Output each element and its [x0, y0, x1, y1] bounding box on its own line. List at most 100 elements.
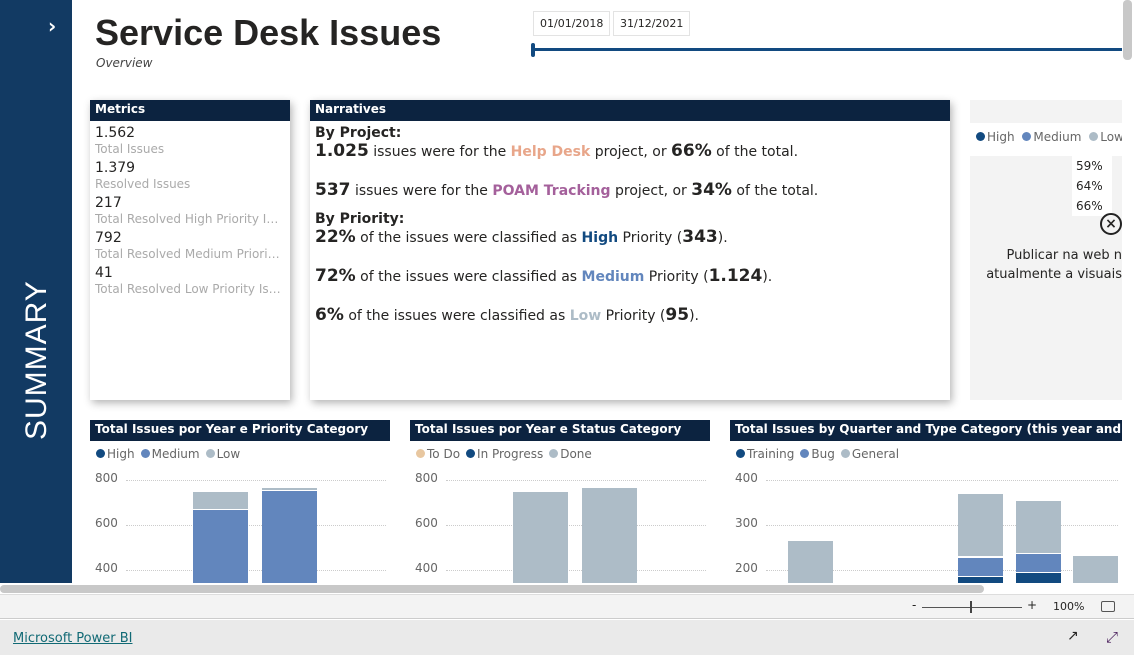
narrative-text: By Project: 1.025 issues were for the He… — [310, 125, 950, 325]
right-legend: High Medium Low — [970, 123, 1122, 156]
horizontal-scrollbar[interactable] — [0, 585, 984, 593]
bar-general[interactable] — [958, 492, 1003, 557]
end-date-input[interactable]: 31/12/2021 — [613, 11, 691, 36]
vertical-scroll-track — [1122, 0, 1134, 585]
error-close-icon: × — [1100, 213, 1122, 235]
page-subtitle: Overview — [96, 56, 153, 70]
by-project-heading: By Project: — [315, 125, 402, 141]
report-canvas: › SUMMARY Service Desk Issues Overview 0… — [0, 0, 1122, 583]
legend-item[interactable]: Done — [549, 447, 592, 461]
metric-item: 792Total Resolved Medium Priority Issues — [90, 230, 290, 261]
bar-medium[interactable] — [193, 509, 248, 583]
legend-item[interactable]: High — [96, 447, 135, 461]
chart-legend: To Do In Progress Done — [410, 441, 710, 461]
narratives-card: Narratives By Project: 1.025 issues were… — [310, 100, 950, 400]
metric-value: 792 — [95, 230, 122, 246]
chevron-right-icon[interactable]: › — [48, 14, 56, 38]
bar-low[interactable] — [193, 491, 248, 510]
slider-handle-start[interactable] — [531, 43, 535, 57]
metric-value: 1.379 — [95, 160, 136, 176]
bar-bug[interactable] — [958, 556, 1003, 577]
metric-label: Total Resolved High Priority Issues — [95, 212, 283, 226]
narrative-priority-high: 22% of the issues were classified as Hig… — [315, 227, 728, 247]
legend-item[interactable]: To Do — [416, 447, 460, 461]
bar-training[interactable] — [1016, 572, 1061, 583]
chart-title: Total Issues por Year e Priority Categor… — [90, 420, 390, 441]
chart-1: Total Issues por Year e Priority Categor… — [90, 420, 390, 583]
metric-label: Resolved Issues — [95, 177, 191, 191]
bar-done[interactable] — [582, 486, 637, 583]
chart-legend: High Medium Low — [90, 441, 390, 461]
chart-legend: Training Bug General — [730, 441, 1122, 461]
legend-item[interactable]: Medium — [140, 447, 200, 461]
vertical-scrollbar[interactable] — [1123, 0, 1132, 60]
visual-error-message: Publicar na web n atualmente a visuais — [986, 248, 1122, 282]
percent-list: 59% 64% 66% — [1072, 156, 1112, 216]
fullscreen-icon[interactable]: ⤢ — [1106, 628, 1118, 646]
bar-medium[interactable] — [262, 490, 317, 583]
metric-item: 1.379 Resolved Issues — [90, 160, 290, 191]
narrative-project-2: 537 issues were for the POAM Tracking pr… — [315, 180, 819, 200]
chart-2: Total Issues por Year e Status Category T… — [410, 420, 710, 583]
legend-item[interactable]: Training — [736, 447, 794, 461]
metric-item: 41 Total Resolved Low Priority Issues — [90, 265, 290, 296]
metric-value: 41 — [95, 265, 113, 281]
y-tick-label: 400 — [415, 561, 438, 575]
narrative-project-1: 1.025 issues were for the Help Desk proj… — [315, 141, 799, 161]
narratives-header: Narratives — [310, 100, 950, 121]
gridline — [126, 570, 386, 571]
zoom-bar: - + 100% — [0, 594, 1134, 619]
narrative-priority-low: 6% of the issues were classified as Low … — [315, 305, 699, 325]
zoom-in-button[interactable]: + — [1027, 598, 1037, 612]
gridline — [766, 525, 1118, 526]
bar-general[interactable] — [788, 539, 833, 583]
bar-low[interactable] — [262, 486, 317, 491]
page-title: Service Desk Issues — [95, 12, 442, 53]
legend-item[interactable]: Low — [205, 447, 240, 461]
zoom-slider[interactable] — [922, 607, 1022, 608]
y-tick-label: 600 — [415, 516, 438, 530]
zoom-out-button[interactable]: - — [912, 598, 916, 612]
y-tick-label: 200 — [735, 561, 758, 575]
metric-value: 217 — [95, 195, 122, 211]
sidebar-label: SUMMARY — [20, 280, 53, 440]
bar-done[interactable] — [513, 491, 568, 583]
legend-item[interactable]: In Progress — [466, 447, 543, 461]
legend-item[interactable]: General — [840, 447, 899, 461]
share-icon[interactable]: ↗ — [1067, 628, 1079, 644]
by-priority-heading: By Priority: — [315, 211, 405, 227]
zoom-level: 100% — [1053, 600, 1085, 613]
gridline — [126, 525, 386, 526]
right-visual-panel: High Medium Low 59% 64% 66% × Publicar na … — [970, 100, 1122, 400]
metric-item: 217 Total Resolved High Priority Issues — [90, 195, 290, 226]
bar-general[interactable] — [1073, 554, 1118, 583]
metric-label: Total Issues — [95, 142, 165, 156]
chart-title: Total Issues por Year e Status Category — [410, 420, 710, 441]
y-tick-label: 600 — [95, 516, 118, 530]
chart-title: Total Issues by Quarter and Type Categor… — [730, 420, 1122, 441]
start-date-input[interactable]: 01/01/2018 — [533, 11, 611, 36]
zoom-slider-handle[interactable] — [970, 601, 972, 613]
y-tick-label: 800 — [415, 471, 438, 485]
y-tick-label: 400 — [735, 471, 758, 485]
chart-3: Total Issues by Quarter and Type Categor… — [730, 420, 1122, 583]
y-tick-label: 300 — [735, 516, 758, 530]
y-tick-label: 400 — [95, 561, 118, 575]
gridline — [126, 480, 386, 481]
bar-bug[interactable] — [1016, 553, 1061, 573]
metrics-header: Metrics — [90, 100, 290, 121]
date-range-slider[interactable] — [533, 48, 1122, 51]
bar-general[interactable] — [1016, 500, 1061, 554]
gridline — [446, 480, 706, 481]
power-bi-link[interactable]: Microsoft Power BI — [13, 631, 132, 646]
fit-to-page-icon[interactable] — [1101, 601, 1115, 612]
bar-training[interactable] — [958, 576, 1003, 583]
gridline — [446, 570, 706, 571]
narrative-priority-medium: 72% of the issues were classified as Med… — [315, 266, 773, 286]
legend-item[interactable]: Bug — [800, 447, 835, 461]
metric-label: Total Resolved Low Priority Issues — [95, 282, 283, 296]
metric-value: 1.562 — [95, 125, 136, 141]
metric-label: Total Resolved Medium Priority Issues — [95, 247, 283, 261]
y-tick-label: 800 — [95, 471, 118, 485]
gridline — [766, 480, 1118, 481]
